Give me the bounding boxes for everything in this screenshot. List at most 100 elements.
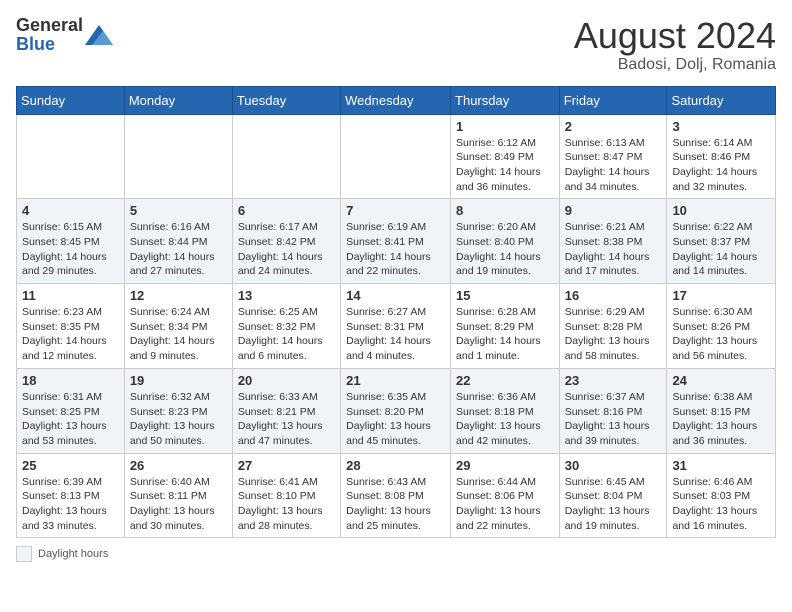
page-header: General Blue August 2024 Badosi, Dolj, R… [16,16,776,74]
day-number: 18 [22,373,119,388]
day-info: Sunrise: 6:30 AM Sunset: 8:26 PM Dayligh… [672,305,770,364]
day-number: 30 [565,458,662,473]
calendar-cell: 18 Sunrise: 6:31 AM Sunset: 8:25 PM Dayli… [17,368,125,453]
day-info: Sunrise: 6:14 AM Sunset: 8:46 PM Dayligh… [672,136,770,195]
day-info: Sunrise: 6:39 AM Sunset: 8:13 PM Dayligh… [22,475,119,534]
week-row-1: 4Sunrise: 6:15 AM Sunset: 8:45 PM Daylig… [17,199,776,284]
day-info: Sunrise: 6:23 AM Sunset: 8:35 PM Dayligh… [22,305,119,364]
legend-color-box [16,546,32,562]
calendar-cell: 6Sunrise: 6:17 AM Sunset: 8:42 PM Daylig… [232,199,340,284]
day-info: Sunrise: 6:15 AM Sunset: 8:45 PM Dayligh… [22,220,119,279]
weekday-monday: Monday [124,86,232,114]
day-number: 27 [238,458,335,473]
day-number: 5 [130,203,227,218]
calendar-cell: 19 Sunrise: 6:32 AM Sunset: 8:23 PM Dayli… [124,368,232,453]
day-number: 24 [672,373,770,388]
calendar-cell: 1 Sunrise: 6:12 AM Sunset: 8:49 PM Daylig… [451,114,560,199]
day-number: 10 [672,203,770,218]
day-info: Sunrise: 6:44 AM Sunset: 8:06 PM Dayligh… [456,475,554,534]
calendar-cell: 7Sunrise: 6:19 AM Sunset: 8:41 PM Daylig… [341,199,451,284]
calendar-cell: 29Sunrise: 6:44 AM Sunset: 8:06 PM Dayli… [451,453,560,538]
day-number: 13 [238,288,335,303]
legend-item: Daylight hours [16,546,776,562]
calendar-table: SundayMondayTuesdayWednesdayThursdayFrid… [16,86,776,539]
month-title: August 2024 [574,16,776,56]
day-number: 8 [456,203,554,218]
calendar-cell: 16Sunrise: 6:29 AM Sunset: 8:28 PM Dayli… [559,284,667,369]
day-info: Sunrise: 6:33 AM Sunset: 8:21 PM Dayligh… [238,390,335,449]
day-info: Sunrise: 6:37 AM Sunset: 8:16 PM Dayligh… [565,390,662,449]
day-info: Sunrise: 6:28 AM Sunset: 8:29 PM Dayligh… [456,305,554,364]
day-number: 26 [130,458,227,473]
calendar-cell: 24 Sunrise: 6:38 AM Sunset: 8:15 PM Dayli… [667,368,776,453]
day-number: 19 [130,373,227,388]
calendar-cell: 5 Sunrise: 6:16 AM Sunset: 8:44 PM Daylig… [124,199,232,284]
day-number: 31 [672,458,770,473]
week-row-3: 18 Sunrise: 6:31 AM Sunset: 8:25 PM Dayli… [17,368,776,453]
legend-label: Daylight hours [38,548,108,560]
day-number: 15 [456,288,554,303]
calendar-cell: 4Sunrise: 6:15 AM Sunset: 8:45 PM Daylig… [17,199,125,284]
day-info: Sunrise: 6:16 AM Sunset: 8:44 PM Dayligh… [130,220,227,279]
day-number: 22 [456,373,554,388]
day-info: Sunrise: 6:40 AM Sunset: 8:11 PM Dayligh… [130,475,227,534]
calendar-cell: 22 Sunrise: 6:36 AM Sunset: 8:18 PM Dayli… [451,368,560,453]
day-number: 12 [130,288,227,303]
calendar-cell: 26 Sunrise: 6:40 AM Sunset: 8:11 PM Dayli… [124,453,232,538]
weekday-header-row: SundayMondayTuesdayWednesdayThursdayFrid… [17,86,776,114]
title-block: August 2024 Badosi, Dolj, Romania [574,16,776,74]
weekday-thursday: Thursday [451,86,560,114]
day-number: 23 [565,373,662,388]
day-info: Sunrise: 6:38 AM Sunset: 8:15 PM Dayligh… [672,390,770,449]
calendar-cell [124,114,232,199]
calendar-cell [17,114,125,199]
weekday-saturday: Saturday [667,86,776,114]
day-info: Sunrise: 6:32 AM Sunset: 8:23 PM Dayligh… [130,390,227,449]
calendar-cell: 17 Sunrise: 6:30 AM Sunset: 8:26 PM Dayli… [667,284,776,369]
day-number: 9 [565,203,662,218]
logo-blue: Blue [16,34,55,54]
calendar-cell: 23 Sunrise: 6:37 AM Sunset: 8:16 PM Dayli… [559,368,667,453]
day-info: Sunrise: 6:24 AM Sunset: 8:34 PM Dayligh… [130,305,227,364]
day-info: Sunrise: 6:36 AM Sunset: 8:18 PM Dayligh… [456,390,554,449]
day-number: 1 [456,119,554,134]
location-title: Badosi, Dolj, Romania [574,56,776,74]
calendar-cell: 3 Sunrise: 6:14 AM Sunset: 8:46 PM Daylig… [667,114,776,199]
logo-general: General [16,15,83,35]
day-info: Sunrise: 6:31 AM Sunset: 8:25 PM Dayligh… [22,390,119,449]
day-info: Sunrise: 6:19 AM Sunset: 8:41 PM Dayligh… [346,220,445,279]
day-info: Sunrise: 6:41 AM Sunset: 8:10 PM Dayligh… [238,475,335,534]
day-info: Sunrise: 6:20 AM Sunset: 8:40 PM Dayligh… [456,220,554,279]
weekday-friday: Friday [559,86,667,114]
weekday-tuesday: Tuesday [232,86,340,114]
calendar-cell: 20 Sunrise: 6:33 AM Sunset: 8:21 PM Dayli… [232,368,340,453]
day-info: Sunrise: 6:12 AM Sunset: 8:49 PM Dayligh… [456,136,554,195]
weekday-sunday: Sunday [17,86,125,114]
calendar-cell: 31Sunrise: 6:46 AM Sunset: 8:03 PM Dayli… [667,453,776,538]
logo: General Blue [16,16,113,54]
calendar-cell: 13Sunrise: 6:25 AM Sunset: 8:32 PM Dayli… [232,284,340,369]
legend: Daylight hours [16,546,776,562]
week-row-0: 1 Sunrise: 6:12 AM Sunset: 8:49 PM Daylig… [17,114,776,199]
day-info: Sunrise: 6:21 AM Sunset: 8:38 PM Dayligh… [565,220,662,279]
calendar-cell: 21 Sunrise: 6:35 AM Sunset: 8:20 PM Dayli… [341,368,451,453]
day-info: Sunrise: 6:27 AM Sunset: 8:31 PM Dayligh… [346,305,445,364]
day-number: 6 [238,203,335,218]
calendar-cell: 10Sunrise: 6:22 AM Sunset: 8:37 PM Dayli… [667,199,776,284]
day-info: Sunrise: 6:35 AM Sunset: 8:20 PM Dayligh… [346,390,445,449]
calendar-cell: 28Sunrise: 6:43 AM Sunset: 8:08 PM Dayli… [341,453,451,538]
day-number: 20 [238,373,335,388]
day-number: 21 [346,373,445,388]
calendar-cell [232,114,340,199]
day-number: 25 [22,458,119,473]
week-row-4: 25 Sunrise: 6:39 AM Sunset: 8:13 PM Dayli… [17,453,776,538]
weekday-wednesday: Wednesday [341,86,451,114]
day-info: Sunrise: 6:45 AM Sunset: 8:04 PM Dayligh… [565,475,662,534]
calendar-cell: 12 Sunrise: 6:24 AM Sunset: 8:34 PM Dayli… [124,284,232,369]
calendar-cell: 30 Sunrise: 6:45 AM Sunset: 8:04 PM Dayli… [559,453,667,538]
day-number: 3 [672,119,770,134]
calendar-cell: 11Sunrise: 6:23 AM Sunset: 8:35 PM Dayli… [17,284,125,369]
week-row-2: 11Sunrise: 6:23 AM Sunset: 8:35 PM Dayli… [17,284,776,369]
day-info: Sunrise: 6:43 AM Sunset: 8:08 PM Dayligh… [346,475,445,534]
day-number: 17 [672,288,770,303]
